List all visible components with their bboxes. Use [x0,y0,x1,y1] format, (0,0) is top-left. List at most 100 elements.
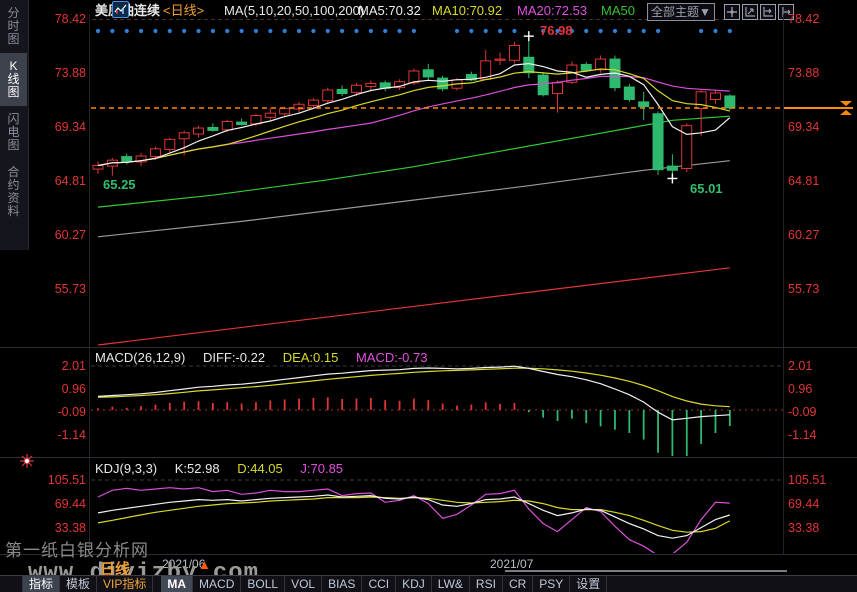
toolbar-vol-tab[interactable]: VOL [285,576,322,592]
plot-left-border [89,14,90,554]
candle [337,89,347,93]
kdj-axis-label: 69.44 [788,497,854,511]
period-label[interactable]: <日线> [163,2,204,20]
macd-dea-value: DEA:0.15 [283,350,339,365]
candle [308,100,318,105]
kdj-header: KDJ(9,3,3) K:52.98 D:44.05 J:70.85 [95,461,357,476]
macd-panel[interactable] [91,366,783,464]
kdj-panel[interactable] [91,480,783,556]
price-axis-label: 73.88 [28,66,86,80]
candle [265,113,275,117]
toolbar-ma-tab[interactable]: MA [161,576,193,592]
divider-main-macd [0,347,857,348]
signal-dot [168,29,172,33]
ma10-value: MA10:70.92 [432,2,502,20]
candle [150,149,160,157]
signal-dot [211,29,215,33]
kline-chart-icon [112,1,129,18]
kdj-d-value: D:44.05 [237,461,283,476]
toolbar-kdj-tab[interactable]: KDJ [396,576,432,592]
signal-dot [484,29,488,33]
candle [208,127,218,130]
signal-dot [196,29,200,33]
candle [251,116,261,124]
toolbar-cr-tab[interactable]: CR [503,576,533,592]
signal-dot [225,29,229,33]
toolbar-settings-button[interactable]: 设置 [570,576,607,592]
signal-dot [354,29,358,33]
signal-dot [584,29,588,33]
kdj-j-value: J:70.85 [300,461,343,476]
kdj-k-value: K:52.98 [175,461,220,476]
toolbar-psy-tab[interactable]: PSY [533,576,570,592]
scale-axis-icon[interactable] [742,4,758,20]
signal-dot [699,29,703,33]
macd-axis-label: -0.09 [28,405,86,419]
price-axis-label: 69.34 [28,120,86,134]
signal-dot [326,29,330,33]
signal-dot [297,29,301,33]
toolbar-boll-tab[interactable]: BOLL [241,576,285,592]
signal-dot [498,29,502,33]
macd-axis-label: 2.01 [28,359,86,373]
candle [222,122,232,130]
sidebar-tab-lightning[interactable]: 闪电图 [0,106,27,159]
watermark-up-arrow-icon: ▲ [198,557,211,572]
toolbar-vip-indicator-button[interactable]: VIP指标 [97,576,153,592]
pan-tool-icon[interactable] [724,4,740,20]
candle [581,64,591,70]
price-axis-label: 64.81 [788,174,854,188]
signal-dot [96,29,100,33]
annotation-low-recent: 65.01 [690,181,723,196]
annotation-low-start: 65.25 [103,177,136,192]
horizontal-scroll-indicator[interactable] [505,570,787,572]
kdj-name[interactable]: KDJ(9,3,3) [95,461,157,476]
signal-dot [153,29,157,33]
bottom-toolbar: 指标 模板 VIP指标 MA MACD BOLL VOL BIAS CCI KD… [0,575,857,592]
toolbar-indicator-button[interactable]: 指标 [22,576,60,592]
kdj-axis-label: 33.38 [28,521,86,535]
macd-name[interactable]: MACD(26,12,9) [95,350,185,365]
candle [194,128,204,134]
signal-dot [268,29,272,33]
signal-dot [369,29,373,33]
signal-dot [512,29,516,33]
macd-axis-label: 2.01 [788,359,854,373]
signal-dot [599,29,603,33]
divider-macd-kdj [0,457,857,458]
signal-dot [412,29,416,33]
signal-dot [656,29,660,33]
macd-axis-label: -1.14 [788,428,854,442]
theme-dropdown-button[interactable]: 全部主题▼ [647,3,715,21]
toolbar-bias-tab[interactable]: BIAS [322,576,362,592]
candle [509,45,519,60]
chart-canvas[interactable] [0,0,857,575]
signal-dot [240,29,244,33]
signal-dot [254,29,258,33]
sidebar-tab-kline[interactable]: K线图 [0,53,27,106]
main-candle-panel[interactable] [93,29,735,345]
chart-header: 美原油连续 <日线> MA(5,10,20,50,100,200) MA5:70… [90,2,857,20]
macd-axis-label: -0.09 [788,405,854,419]
toolbar-macd-tab[interactable]: MACD [193,576,241,592]
candle [667,166,677,170]
annotation-high: 76.98 [540,23,573,38]
price-axis-label: 78.42 [788,12,854,26]
toolbar-cci-tab[interactable]: CCI [362,576,396,592]
signal-dot [110,29,114,33]
candle [553,83,563,94]
toolbar-template-button[interactable]: 模板 [60,576,97,592]
candle [624,87,634,99]
signal-dot [642,29,646,33]
price-axis-label: 64.81 [28,174,86,188]
candle [725,96,735,108]
sidebar-tab-contract-info[interactable]: 合约资料 [0,159,27,225]
sidebar-tab-timeshare[interactable]: 分时图 [0,0,27,53]
kdj-axis-label: 33.38 [788,521,854,535]
signal-dot [713,29,717,33]
price-axis-label: 78.42 [28,12,86,26]
toolbar-rsi-tab[interactable]: RSI [470,576,503,592]
shift-axis-icon[interactable] [760,4,776,20]
toolbar-lwr-tab[interactable]: LW& [432,576,470,592]
price-axis-label: 55.73 [28,282,86,296]
